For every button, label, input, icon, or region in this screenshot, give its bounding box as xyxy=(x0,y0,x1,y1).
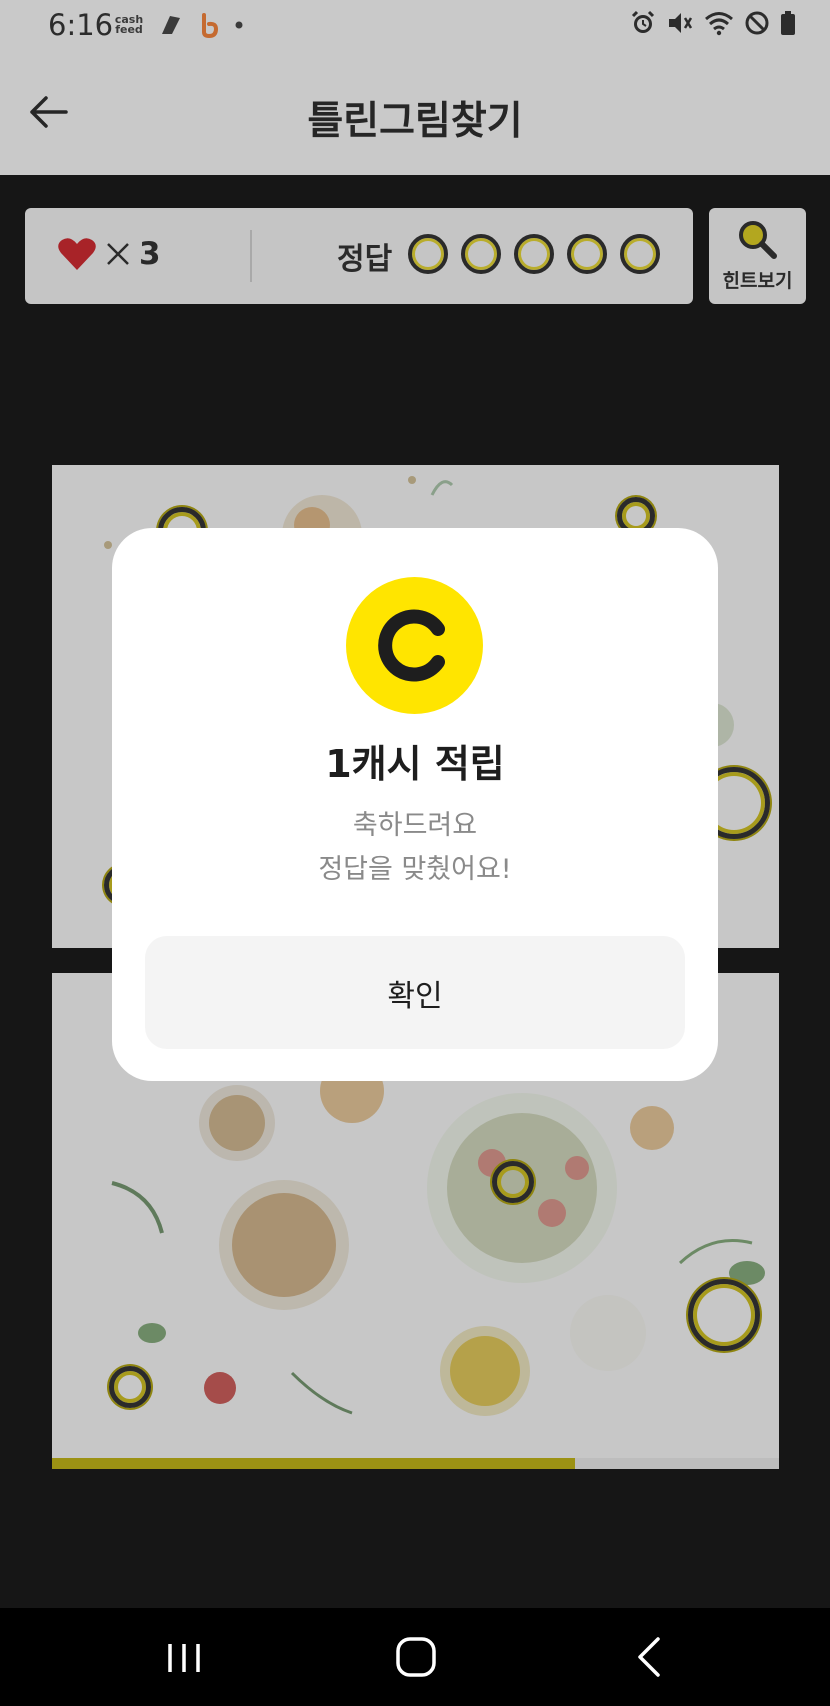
difference-marker xyxy=(688,1279,760,1351)
vibrate-icon xyxy=(669,13,693,33)
lives-count: 3 xyxy=(139,236,161,272)
cashfeed-icon: cash feed xyxy=(114,13,144,36)
battery-icon xyxy=(781,11,795,35)
answer-slot xyxy=(620,234,660,274)
reward-dialog: 1캐시 적립 축하드려요 정답을 맞췄어요! 확인 xyxy=(112,528,718,1081)
difference-marker xyxy=(492,1161,534,1203)
home-icon[interactable] xyxy=(394,1635,438,1679)
coin-c-letter-icon xyxy=(378,609,445,682)
status-bar: 6:16 cash feed xyxy=(0,0,830,52)
page-title: 틀린그림찾기 xyxy=(307,99,523,144)
do-not-disturb-icon xyxy=(745,11,769,35)
answer-label: 정답 xyxy=(337,242,393,277)
dialog-title: 1캐시 적립 xyxy=(325,742,505,786)
status-left-icons: cash feed xyxy=(114,12,244,38)
status-right-icons xyxy=(630,10,796,36)
divider xyxy=(250,230,252,282)
recent-apps-icon[interactable] xyxy=(164,1638,204,1678)
navigation-bar xyxy=(0,1608,830,1706)
hint-label: 힌트보기 xyxy=(722,270,793,292)
dialog-message-line1: 축하드려요 xyxy=(352,810,478,841)
cash-coin-icon xyxy=(346,577,483,714)
app-icon xyxy=(162,16,180,34)
difference-marker xyxy=(109,1366,151,1408)
b-icon xyxy=(202,13,219,38)
answer-slot xyxy=(408,234,448,274)
confirm-button[interactable]: 확인 xyxy=(145,936,685,1049)
app-bar: 틀린그림찾기 xyxy=(0,52,830,175)
dialog-message-line2: 정답을 맞췄어요! xyxy=(318,854,512,885)
back-icon[interactable] xyxy=(634,1635,664,1679)
hint-button[interactable]: 힌트보기 xyxy=(709,208,806,304)
time-progress-fill xyxy=(52,1458,576,1469)
lives-indicator: 3 xyxy=(57,236,161,272)
magnifier-icon xyxy=(739,221,777,259)
answer-slots xyxy=(408,234,660,274)
dot-icon xyxy=(235,21,243,29)
status-time: 6:16 xyxy=(48,8,114,42)
answer-slot xyxy=(461,234,501,274)
times-icon xyxy=(107,243,129,265)
answer-slot xyxy=(514,234,554,274)
wifi-icon xyxy=(705,12,733,36)
time-progress-bar xyxy=(52,1458,779,1469)
answer-slot xyxy=(567,234,607,274)
alarm-icon xyxy=(631,10,655,33)
info-bar: 3 정답 xyxy=(25,208,693,304)
heart-icon xyxy=(58,238,96,270)
confirm-label: 확인 xyxy=(387,978,443,1014)
